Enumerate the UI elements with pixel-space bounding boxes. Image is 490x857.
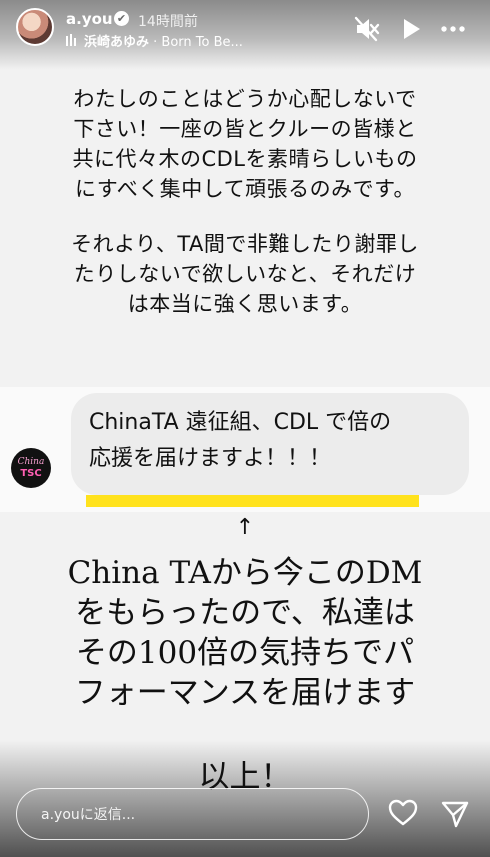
dm-sender-avatar: China TSC xyxy=(11,448,51,488)
dm-screenshot: China TSC ChinaTA 遠征組、CDL で倍の 応援を届けますよ！！… xyxy=(0,387,490,512)
dm-message-bubble: ChinaTA 遠征組、CDL で倍の 応援を届けますよ！！！ xyxy=(71,393,469,495)
music-bars-icon xyxy=(66,34,76,46)
story-line: それより、TA間で非難したり謝罪し xyxy=(71,232,419,256)
play-icon[interactable] xyxy=(398,16,424,42)
mute-icon[interactable] xyxy=(354,16,380,42)
story-line: たりしないで欲しいなと、それだけ xyxy=(73,262,417,286)
story-line: は本当に強く思います。 xyxy=(127,292,363,316)
yellow-highlight-bar xyxy=(86,495,419,507)
song-info[interactable]: 浜崎あゆみ · Born To Be... xyxy=(84,31,243,50)
story-line: わたしのことはどうか心配しないで xyxy=(73,87,417,111)
story-line: 下さい！一座の皆とクルーの皆様と xyxy=(73,117,417,141)
story-line: フォーマンスを届けます xyxy=(74,675,416,711)
verified-badge-icon: ✔ xyxy=(114,11,129,26)
song-artist: 浜崎あゆみ xyxy=(84,35,150,50)
post-time: 14時間前 xyxy=(138,14,198,30)
avatar[interactable] xyxy=(16,8,54,46)
dm-avatar-mark: TSC xyxy=(20,468,42,479)
dm-message-line: ChinaTA 遠征組、CDL で倍の xyxy=(89,410,392,435)
story-line: をもらったので、私達は xyxy=(75,595,415,631)
send-icon[interactable] xyxy=(440,799,470,829)
username[interactable]: a.you xyxy=(66,10,113,28)
story-line: その100倍の気持ちでパ xyxy=(75,635,415,671)
song-title: Born To Be... xyxy=(161,35,243,50)
story-paragraph-2: それより、TA間で非難したり謝罪し たりしないで欲しいなと、それだけ は本当に強… xyxy=(0,229,490,319)
dm-message-text: ChinaTA 遠征組、CDL で倍の 応援を届けますよ！！！ xyxy=(89,405,459,477)
dm-message-line: 応援を届けますよ！！！ xyxy=(89,446,332,471)
story-line: 共に代々木のCDLを素晴らしいもの xyxy=(72,147,418,171)
story-line: China TAから今このDM xyxy=(67,555,423,591)
heart-icon[interactable] xyxy=(388,799,418,827)
story-header: a.you ✔ 14時間前 浜崎あゆみ · Born To Be... xyxy=(0,0,490,64)
story-main-text: China TAから今このDM をもらったので、私達は その100倍の気持ちでパ… xyxy=(0,553,490,713)
song-separator: · xyxy=(149,35,162,50)
story-line: にすべく集中して頑張るのみです。 xyxy=(74,177,415,201)
reply-input[interactable] xyxy=(39,803,343,827)
reply-box[interactable] xyxy=(16,788,369,840)
more-icon[interactable] xyxy=(440,16,466,42)
story-view: わたしのことはどうか心配しないで 下さい！一座の皆とクルーの皆様と 共に代々木の… xyxy=(0,0,490,857)
story-paragraph-1: わたしのことはどうか心配しないで 下さい！一座の皆とクルーの皆様と 共に代々木の… xyxy=(0,84,490,204)
up-arrow-icon: ↑ xyxy=(235,515,255,540)
dm-avatar-label: China xyxy=(17,457,45,467)
